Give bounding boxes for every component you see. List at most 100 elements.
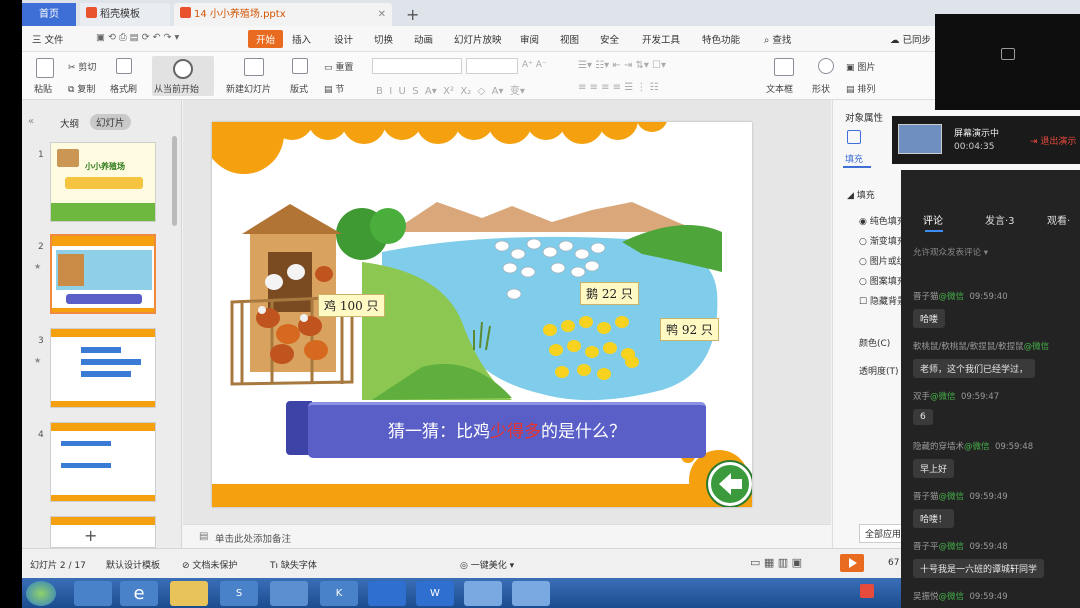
file-explorer-icon[interactable]: [170, 581, 208, 606]
menu-insert[interactable]: 插入: [292, 32, 311, 46]
slide-thumbnail-2[interactable]: [50, 234, 156, 314]
thumbnail-scrollbar[interactable]: [172, 136, 177, 226]
view-mode-icons[interactable]: ▭ ▦ ▥ ▣: [750, 556, 802, 569]
layout-icon[interactable]: [292, 58, 308, 74]
radio-picture-fill[interactable]: ○ 图片或纹: [859, 254, 906, 267]
menu-developer[interactable]: 开发工具: [642, 32, 680, 46]
tab-templates[interactable]: 稻壳模板: [80, 3, 170, 26]
back-arrow-button[interactable]: [708, 462, 752, 506]
ie-browser-icon[interactable]: e: [120, 581, 158, 606]
menu-transition[interactable]: 切换: [374, 32, 393, 46]
search-button[interactable]: ⌕ 查找: [764, 32, 791, 46]
reset-button[interactable]: ▭ 重置: [324, 60, 353, 73]
copy-button[interactable]: ⧉ 复制: [68, 82, 95, 95]
slide-thumbnail-5[interactable]: [50, 516, 156, 548]
slide-canvas[interactable]: 鸡 100 只 鹅 22 只 鸭 92 只 猜一猜：比鸡少得多的是什么？: [212, 122, 752, 507]
app-icon[interactable]: [270, 581, 308, 606]
wechat-icon[interactable]: [464, 581, 502, 606]
new-slide-icon[interactable]: [244, 58, 264, 76]
radio-gradient-fill[interactable]: ○ 渐变填充: [859, 234, 906, 247]
missing-fonts[interactable]: Tı 缺失字体: [270, 558, 317, 571]
thumb3-bottom-bar: [51, 401, 155, 407]
chat-tab-speaking[interactable]: 发言·3: [985, 212, 1015, 227]
document-protection[interactable]: ⊘ 文档未保护: [182, 558, 237, 571]
notes-bar[interactable]: ▤ 单击此处添加备注: [183, 524, 831, 548]
chat-tab-underline: [925, 230, 943, 232]
question-box[interactable]: 猜一猜：比鸡少得多的是什么？: [308, 402, 706, 458]
security-app-icon[interactable]: [368, 581, 406, 606]
menu-start[interactable]: 开始: [248, 30, 284, 48]
cut-button[interactable]: ✂ 剪切: [68, 60, 96, 73]
kugou-icon[interactable]: K: [320, 581, 358, 606]
paste-button[interactable]: 粘贴: [34, 82, 52, 95]
menu-design[interactable]: 设计: [334, 32, 353, 46]
layout-button[interactable]: 版式: [290, 82, 308, 95]
expand-icon: ◢: [847, 191, 854, 201]
shape-icon[interactable]: [818, 58, 834, 74]
wps-writer-icon[interactable]: W: [416, 581, 454, 606]
top-circles: [212, 122, 667, 174]
font-family-select[interactable]: [372, 58, 462, 74]
tab-current-file[interactable]: 14 小小养殖场.pptx ✕: [174, 3, 392, 26]
allow-comments-toggle[interactable]: 允许观众发表评论 ▾: [913, 246, 988, 258]
collapse-panel-icon[interactable]: «: [28, 116, 34, 127]
sogou-icon[interactable]: S: [220, 581, 258, 606]
new-slide-button[interactable]: 新建幻灯片: [226, 82, 271, 95]
apply-all-button[interactable]: 全部应用: [859, 524, 908, 543]
menu-animation[interactable]: 动画: [414, 32, 433, 46]
section-button[interactable]: ▤ 节: [324, 82, 344, 95]
menu-slideshow[interactable]: 幻灯片放映: [454, 32, 502, 46]
shape-button[interactable]: 形状: [812, 82, 830, 95]
format-painter-icon[interactable]: [116, 58, 132, 74]
slide-number: 2: [38, 242, 44, 252]
pane-title: 对象属性: [845, 113, 884, 124]
thumb3-bar: [81, 371, 131, 377]
design-template[interactable]: 默认设计模板: [106, 558, 160, 571]
fill-section-header[interactable]: ◢ 填充: [847, 188, 875, 201]
tab-slides[interactable]: 幻灯片: [90, 114, 131, 130]
start-button-icon[interactable]: [26, 581, 56, 606]
thumb3-bar: [81, 359, 141, 365]
missing-fonts-label: 缺失字体: [280, 561, 317, 571]
close-tab-icon[interactable]: ✕: [378, 3, 386, 26]
from-current-button[interactable]: 从当前开始: [152, 56, 214, 96]
menu-security[interactable]: 安全: [600, 32, 619, 46]
app-icon[interactable]: [74, 581, 112, 606]
chat-tab-viewers[interactable]: 观看·: [1047, 212, 1070, 227]
chat-tab-comments[interactable]: 评论: [923, 212, 943, 227]
arrange-button[interactable]: ▤ 排列: [846, 82, 875, 95]
paste-icon[interactable]: [36, 58, 54, 78]
comment-source: @微信: [938, 292, 965, 302]
screen-thumbnail: [898, 124, 942, 154]
textbox-button[interactable]: 文本框: [766, 82, 793, 95]
new-tab-button[interactable]: +: [400, 3, 420, 26]
scissors-icon: ✂: [68, 63, 76, 73]
tab-fill[interactable]: 填充: [845, 152, 863, 165]
slide-thumbnail-3[interactable]: [50, 328, 156, 408]
picture-button[interactable]: ▣ 图片: [846, 60, 875, 73]
tab-home[interactable]: 首页: [22, 3, 76, 26]
textbox-icon[interactable]: [774, 58, 794, 76]
radio-solid-fill[interactable]: ◉ 纯色填充: [859, 214, 906, 227]
radio-pattern-fill[interactable]: ○ 图案填充: [859, 274, 906, 287]
app-icon[interactable]: [512, 581, 550, 606]
file-menu[interactable]: 三 文件: [32, 32, 64, 46]
font-size-select[interactable]: [466, 58, 518, 74]
slide-thumbnail-1[interactable]: 小小养殖场: [50, 142, 156, 222]
slideshow-play-button[interactable]: [840, 554, 864, 572]
menu-view[interactable]: 视图: [560, 32, 579, 46]
tab-outline[interactable]: 大纲: [60, 116, 79, 130]
hide-background-checkbox[interactable]: ☐ 隐藏背景: [859, 294, 906, 307]
add-slide-button[interactable]: +: [84, 526, 97, 545]
format-painter-button[interactable]: 格式刷: [110, 82, 137, 95]
zoom-level[interactable]: 67: [888, 558, 899, 568]
menu-special[interactable]: 特色功能: [702, 32, 740, 46]
comment-bubble: 十号我是一六班的谭城轩同学: [913, 559, 1045, 578]
comment-meta: 吴振悦@微信 09:59:49: [913, 590, 1008, 602]
quick-access-toolbar: ▣ ⟲ ⎙ ▤ ⟳ ↶ ↷ ▾: [96, 32, 180, 43]
menu-review[interactable]: 审阅: [520, 32, 539, 46]
cut-label: 剪切: [78, 63, 97, 73]
one-click-beautify[interactable]: ◎ 一键美化 ▾: [460, 558, 514, 571]
slide-thumbnail-4[interactable]: [50, 422, 156, 502]
exit-share-button[interactable]: ⇥ 退出演示: [1030, 134, 1076, 147]
